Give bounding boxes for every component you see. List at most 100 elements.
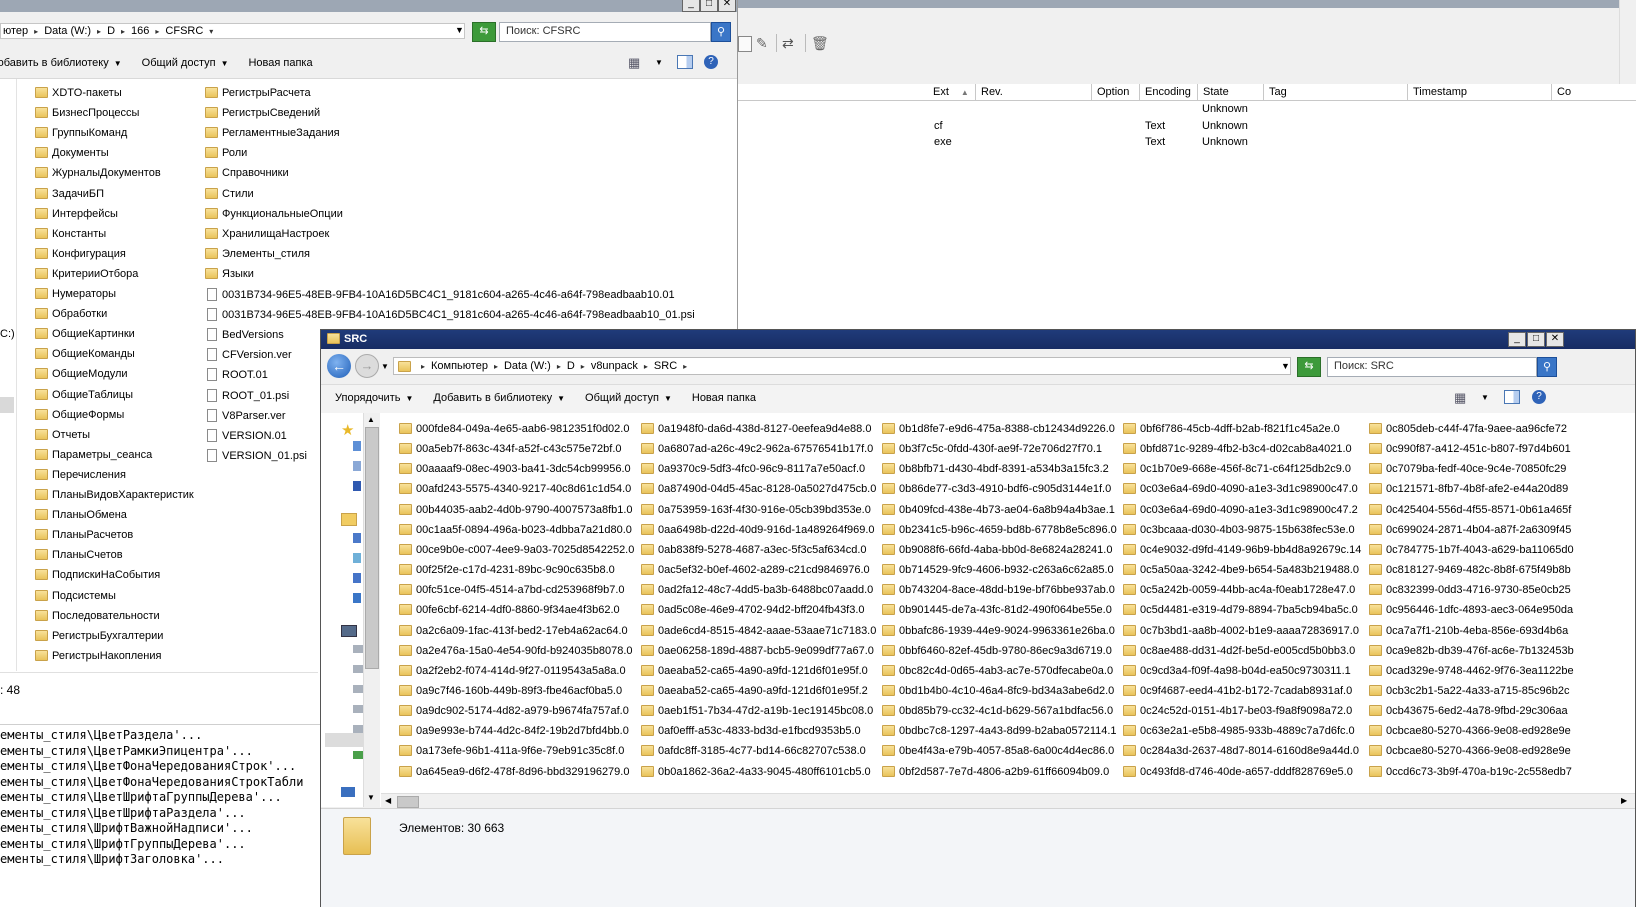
list-item[interactable]: 0c03e6a4-69d0-4090-a1e3-3d1c98900c47.0 (1123, 483, 1358, 495)
breadcrumb-item[interactable]: CFSRC (165, 25, 203, 37)
address-dropdown-icon[interactable]: ▼ (1281, 361, 1290, 371)
list-item[interactable]: CFVersion.ver (207, 348, 292, 362)
column-header-rev[interactable]: Rev. (976, 84, 1092, 100)
list-item[interactable]: V8Parser.ver (207, 408, 286, 422)
list-item[interactable]: ХранилищаНастроек (205, 227, 329, 240)
list-item[interactable]: 0a87490d-04d5-45ac-8128-0a5027d475cb.0 (641, 483, 876, 495)
maximize-button[interactable]: □ (700, 0, 718, 12)
list-item[interactable]: КритерииОтбора (35, 267, 138, 280)
list-item[interactable]: 0031B734-96E5-48EB-9FB4-10A16D5BC4C1_918… (207, 288, 675, 301)
list-item[interactable]: 0b86de77-c3d3-4910-bdf6-c905d3144e1f.0 (882, 483, 1111, 495)
list-item[interactable]: Конфигурация (35, 247, 126, 260)
list-item[interactable]: 0c5d4481-e319-4d79-8894-7ba5cb94ba5c.0 (1123, 604, 1358, 616)
sidebar-drive-label[interactable]: C:) (0, 328, 15, 340)
list-item[interactable]: ЖурналыДокументов (35, 167, 161, 179)
list-item[interactable]: 00fc51ce-04f5-4514-a7bd-cd253968f9b7.0 (399, 584, 625, 596)
list-item[interactable]: 0c1b70e9-668e-456f-8c71-c64f125db2c9.0 (1123, 463, 1351, 475)
list-item[interactable]: 0a1948f0-da6d-438d-8127-0eefea9d4e88.0 (641, 423, 871, 435)
column-header-encoding[interactable]: Encoding (1140, 84, 1198, 100)
scroll-up-icon[interactable]: ▲ (367, 415, 375, 424)
horizontal-scrollbar[interactable]: ◀ ▶ (381, 793, 1635, 809)
share-button[interactable]: Общий доступ ▼ (142, 57, 229, 69)
video-library-icon[interactable] (353, 573, 361, 583)
list-item[interactable]: 0aeb1f51-7b34-47d2-a19b-1ec19145bc08.0 (641, 705, 873, 717)
list-item[interactable]: 00b44035-aab2-4d0b-9790-4007573a8fb1.0 (399, 503, 633, 516)
back-button[interactable]: ← (327, 354, 351, 378)
computer-icon[interactable] (341, 625, 357, 637)
breadcrumb-item[interactable]: Data (W:) (504, 360, 551, 372)
list-item[interactable]: 0ccd6c73-3b9f-470a-b19c-2c558edb7 (1369, 765, 1572, 778)
drive-icon[interactable] (353, 665, 363, 673)
breadcrumb-item[interactable]: Компьютер (431, 360, 488, 372)
desktop-icon[interactable] (353, 441, 361, 451)
refresh-icon[interactable]: ⇆ (472, 22, 496, 42)
list-item[interactable]: 0ab838f9-5278-4687-a3ec-5f3c5af634cd.0 (641, 543, 867, 556)
vertical-scrollbar[interactable] (1619, 0, 1636, 84)
list-item[interactable]: 0c784775-1b7f-4043-a629-ba11065d0 (1369, 543, 1574, 556)
list-item[interactable]: ПланыСчетов (35, 549, 123, 561)
share-button[interactable]: Общий доступ ▼ (585, 392, 672, 404)
list-item[interactable]: Элементы_стиля (205, 247, 310, 260)
list-item[interactable]: Параметры_сеанса (35, 448, 152, 461)
add-to-library-button[interactable]: Добавить в библиотеку ▼ (0, 57, 122, 69)
list-item[interactable]: 0c7079ba-fedf-40ce-9c4e-70850fc29 (1369, 463, 1566, 475)
list-item[interactable]: VERSION_01.psi (207, 448, 307, 462)
list-item[interactable]: 0c805deb-c44f-47fa-9aee-aa96cfe72 (1369, 423, 1567, 435)
list-item[interactable]: 0af0efff-a53c-4833-bd3d-e1fbcd9353b5.0 (641, 725, 861, 737)
list-item[interactable]: 0b409fcd-438e-4b73-ae04-6a8b94a4b3ae.1 (882, 503, 1115, 516)
list-item[interactable]: ОбщиеФормы (35, 408, 124, 421)
list-item[interactable]: РегламентныеЗадания (205, 127, 340, 139)
maximize-button[interactable]: □ (1527, 332, 1545, 347)
close-button[interactable]: ✕ (718, 0, 736, 12)
help-icon[interactable]: ? (704, 55, 718, 69)
list-item[interactable]: Стили (205, 187, 254, 200)
drive-icon[interactable] (353, 705, 363, 713)
list-item[interactable]: ОбщиеКартинки (35, 328, 135, 340)
breadcrumb-item[interactable]: 166 (131, 25, 149, 37)
scroll-down-icon[interactable]: ▼ (367, 793, 375, 802)
drive-icon[interactable] (353, 725, 363, 733)
new-folder-button[interactable]: Новая папка (692, 392, 756, 404)
breadcrumb-item[interactable]: D (107, 25, 115, 37)
list-item[interactable]: 0031B734-96E5-48EB-9FB4-10A16D5BC4C1_918… (207, 308, 695, 322)
list-item[interactable]: 000fde84-049a-4e65-aab6-9812351f0d02.0 (399, 423, 629, 435)
list-item[interactable]: 0ca7a7f1-210b-4eba-856e-693d4b6a (1369, 624, 1568, 637)
list-item[interactable]: 0a2e476a-15a0-4e54-90fd-b924035b8078.0 (399, 644, 633, 657)
list-item[interactable]: РегистрыНакопления (35, 649, 161, 662)
downloads-icon[interactable] (353, 461, 361, 471)
view-options-icon[interactable]: ▦ (1454, 390, 1466, 406)
minimize-button[interactable]: _ (1508, 332, 1526, 347)
preview-pane-icon[interactable] (1504, 390, 1520, 404)
list-item[interactable]: VERSION.01 (207, 428, 287, 442)
list-item[interactable]: 0c818127-9469-482c-8b8f-675f49b8b (1369, 564, 1571, 576)
list-item[interactable]: 00aaaaf9-08ec-4903-ba41-3dc54cb99956.0 (399, 463, 631, 475)
list-item[interactable]: 0b901445-de7a-43fc-81d2-490f064be55e.0 (882, 604, 1112, 616)
list-item[interactable]: ROOT.01 (207, 368, 268, 382)
list-item[interactable]: Подсистемы (35, 589, 116, 602)
list-item[interactable]: ПланыОбмена (35, 509, 127, 521)
list-item[interactable]: Нумераторы (35, 288, 116, 300)
list-item[interactable]: 0c3bcaaa-d030-4b03-9875-15b638fec53e.0 (1123, 523, 1355, 536)
list-item[interactable]: ОбщиеКоманды (35, 348, 135, 360)
refresh-icon[interactable]: ⇆ (1297, 357, 1321, 377)
breadcrumb-item[interactable]: v8unpack (591, 360, 638, 372)
list-item[interactable]: 0aeaba52-ca65-4a90-a9fd-121d6f01e95f.0 (641, 664, 868, 677)
documents-library-icon[interactable] (353, 533, 361, 543)
list-item[interactable]: 0ca9e82b-db39-476f-ac6e-7b132453b (1369, 644, 1574, 657)
breadcrumb-item[interactable]: D (567, 360, 575, 372)
list-item[interactable]: Документы (35, 147, 109, 159)
scroll-right-icon[interactable]: ▶ (1621, 796, 1627, 805)
list-item[interactable]: 0b9088f6-66fd-4aba-bb0d-8e6824a28241.0 (882, 543, 1112, 556)
list-item[interactable]: 0c990f87-a412-451c-b807-f97d4b601 (1369, 443, 1571, 455)
list-item[interactable]: 0a9e993e-b744-4d2c-84f2-19b2d7bfd4bb.0 (399, 725, 629, 737)
search-icon[interactable]: ⚲ (1537, 357, 1557, 377)
organize-button[interactable]: Упорядочить ▼ (335, 392, 413, 404)
recent-places-icon[interactable] (353, 481, 361, 491)
list-item[interactable]: 00fe6cbf-6214-4df0-8860-9f34ae4f3b62.0 (399, 604, 620, 616)
scroll-thumb[interactable] (365, 427, 379, 669)
search-input[interactable]: Поиск: CFSRC (499, 22, 711, 42)
list-item[interactable]: 0b1d8fe7-e9d6-475a-8388-cb12434d9226.0 (882, 423, 1115, 435)
list-item[interactable]: 0ad2fa12-48c7-4dd5-ba3b-6488bc07aadd.0 (641, 584, 873, 596)
minimize-button[interactable]: _ (682, 0, 700, 12)
list-item[interactable]: 0ade6cd4-8515-4842-aaae-53aae71c7183.0 (641, 624, 876, 637)
